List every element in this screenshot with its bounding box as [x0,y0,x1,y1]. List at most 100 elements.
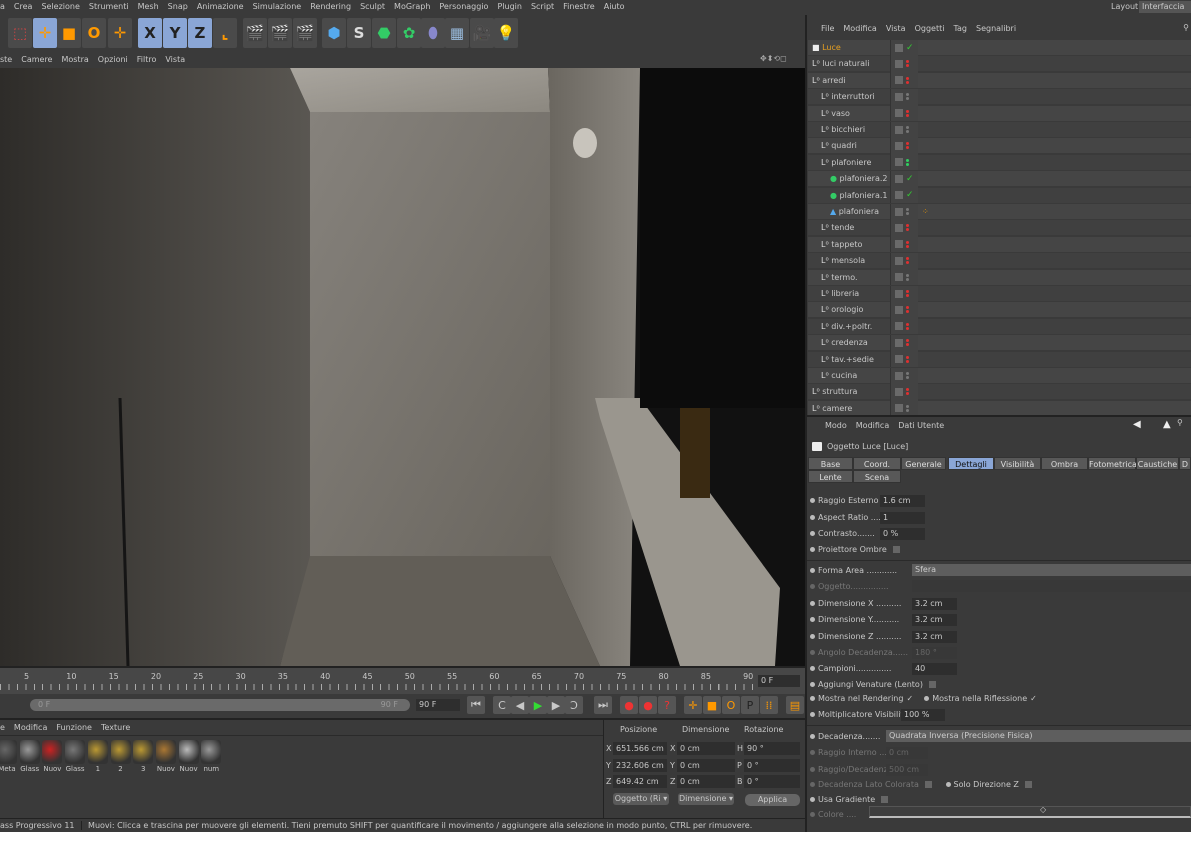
viewport-menu-item[interactable]: Filtro [137,52,157,68]
rotate-icon[interactable]: O [82,18,106,48]
object-row[interactable]: L⁰ luci naturali [808,55,1191,73]
object-row[interactable]: ● plafoniera.1 ✓ [808,187,1191,204]
forma-area-dropdown[interactable]: Sfera [912,564,1191,576]
check-icon[interactable]: ✓ [906,43,914,53]
visibility-dots[interactable] [906,223,909,232]
object-row[interactable]: L⁰ tav.+sedie [808,351,1191,368]
end-frame-field[interactable]: 90 F [416,699,460,711]
object-row[interactable]: L⁰ bicchieri [808,121,1191,138]
om-menu-item[interactable]: Modifica [843,24,876,38]
key-scale-icon[interactable]: ■ [703,696,721,714]
visibility-dots[interactable] [906,355,909,364]
material-swatch[interactable]: Meta [0,740,17,773]
render-view-icon[interactable]: 🎬 [243,18,267,48]
dimension-field[interactable]: 0 cm [677,742,735,755]
deformer-icon[interactable]: ⬮ [421,18,445,48]
om-menu-item[interactable]: Vista [886,24,906,38]
search-icon[interactable]: ⚲ [1177,418,1183,427]
rotation-field[interactable]: 0 ° [744,775,800,788]
coord-system-icon[interactable]: ⌞ [213,18,237,48]
layer-icon[interactable] [895,305,903,314]
material-swatch[interactable]: num [201,740,222,773]
layer-icon[interactable] [895,289,903,298]
menu-item[interactable]: Crea [14,0,33,15]
viewport-menu-item[interactable]: Vista [165,52,185,68]
array-icon[interactable]: ✿ [397,18,421,48]
property-field[interactable]: 40 [912,663,957,676]
layer-icon[interactable] [895,404,903,413]
check-icon[interactable]: ✓ [906,174,914,184]
tab-dettagli[interactable]: Dettagli [948,457,994,470]
layer-icon[interactable] [895,92,903,101]
search-icon[interactable]: ⚲ [1183,23,1189,32]
visibility-dots[interactable] [906,322,909,331]
rotation-field[interactable]: 0 ° [744,758,800,772]
visibility-dots[interactable] [906,338,909,347]
color-gradient-bar[interactable]: ◇ [869,805,1191,818]
position-field[interactable]: 232.606 cm [613,758,667,772]
menu-item[interactable]: Mesh [138,0,159,15]
viewport-menu-item[interactable]: ste [0,52,12,68]
visibility-dots[interactable] [906,305,909,314]
object-row[interactable]: L⁰ quadri [808,137,1191,155]
am-menu-item[interactable]: Modo [825,421,847,433]
property-field[interactable]: 0 % [880,528,925,540]
object-row[interactable]: ■ Luce ✓ [808,39,1191,56]
material-swatch[interactable]: Nuov [178,740,199,773]
dimension-mode-dropdown[interactable]: Dimensione ▾ [678,793,734,805]
menu-item[interactable]: Simulazione [253,0,302,15]
autokey-icon[interactable]: ● [639,696,657,714]
key-rotation-icon[interactable]: O [722,696,740,714]
layer-icon[interactable] [895,141,903,150]
play-button[interactable]: ▶ [529,696,547,714]
timeline-window-icon[interactable]: ▤ [786,696,804,714]
menu-item[interactable]: Strumenti [89,0,129,15]
visibility-dots[interactable] [906,273,909,282]
goto-start-button[interactable]: ⏮ [467,696,485,714]
object-row[interactable]: L⁰ libreria [808,285,1191,302]
material-swatch[interactable]: Nuov [42,740,63,773]
object-row[interactable]: L⁰ tende [808,219,1191,237]
y-axis-icon[interactable]: Y [163,18,187,48]
object-link-field[interactable] [912,580,1191,592]
object-row[interactable]: L⁰ tappeto [808,236,1191,253]
layer-icon[interactable] [895,338,903,347]
material-menu-item[interactable]: Texture [101,723,130,732]
viewport-menu-item[interactable]: Camere [21,52,52,68]
layer-icon[interactable] [895,109,903,118]
next-key-button[interactable]: Ↄ [565,696,583,714]
om-menu-item[interactable]: Tag [953,24,967,38]
tab-scena[interactable]: Scena [853,470,901,483]
visibility-multiplier-field[interactable]: 100 % [901,709,945,721]
property-field[interactable]: 180 ° [912,646,957,659]
menu-item[interactable]: Script [531,0,554,15]
light-icon[interactable]: 💡 [494,18,518,48]
material-swatch[interactable]: 3 [133,740,154,773]
object-row[interactable]: L⁰ credenza [808,334,1191,352]
object-row[interactable]: L⁰ orologio [808,301,1191,319]
checkbox[interactable] [1024,781,1032,788]
dimension-field[interactable]: 0 cm [677,775,735,788]
layer-icon[interactable] [895,322,903,331]
layer-icon[interactable] [895,371,903,380]
layer-icon[interactable] [895,174,903,183]
visibility-dots[interactable] [906,92,909,101]
layer-icon[interactable] [895,207,903,216]
tab-generale[interactable]: Generale [901,457,946,470]
viewport-menu-item[interactable]: Mostra [61,52,88,68]
menu-item[interactable]: Finestre [563,0,595,15]
property-field[interactable]: 3.2 cm [912,630,957,643]
menu-item[interactable]: Rendering [310,0,351,15]
visibility-dots[interactable] [906,240,909,249]
checkbox[interactable] [924,781,932,788]
property-field[interactable]: 1.6 cm [880,495,925,507]
tab-caustiche[interactable]: Caustiche [1136,457,1179,470]
layer-icon[interactable] [895,355,903,364]
z-axis-icon[interactable]: Z [188,18,212,48]
tab-base[interactable]: Base [808,457,853,470]
layout-select[interactable]: Interfaccia di [1139,1,1191,23]
checkbox[interactable] [892,546,900,553]
move-icon[interactable]: ✛ [33,18,57,48]
current-frame-field[interactable]: 0 F [758,675,800,687]
position-field[interactable]: 649.42 cm [613,775,667,788]
